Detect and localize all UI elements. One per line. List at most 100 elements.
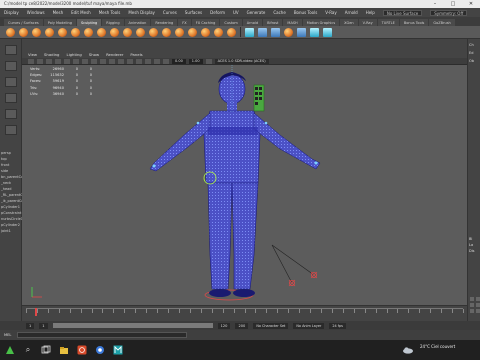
menu-deform[interactable]: Deform — [210, 10, 225, 15]
flatten-brush-icon[interactable] — [71, 27, 80, 37]
repeat-brush-icon[interactable] — [110, 27, 119, 37]
panel-menu-lighting[interactable]: Lighting — [66, 52, 81, 57]
pin-icon[interactable] — [323, 27, 332, 37]
menu-windows[interactable]: Windows — [27, 10, 45, 15]
menu-bonus-tools[interactable]: Bonus Tools — [294, 10, 317, 15]
knife-brush-icon[interactable] — [175, 27, 184, 37]
app-icon-red[interactable] — [76, 344, 88, 356]
search-icon[interactable]: ⌕ — [22, 344, 34, 356]
freeze-brush-icon[interactable] — [227, 27, 236, 37]
menu-arnold[interactable]: Arnold — [345, 10, 358, 15]
live-surface-field[interactable]: No Live Surface — [382, 9, 423, 16]
symmetry-field[interactable]: Symmetry: Off — [430, 9, 468, 16]
pinch-brush-icon[interactable] — [58, 27, 67, 37]
panel-menu-view[interactable]: View — [28, 52, 37, 57]
film-gate-icon[interactable] — [64, 58, 70, 64]
sculpt-tool-icon[interactable] — [284, 27, 293, 37]
menu-cache[interactable]: Cache — [273, 10, 285, 15]
ao-icon[interactable] — [154, 58, 160, 64]
panel-menu-panels[interactable]: Panels — [130, 52, 142, 57]
left-arm[interactable] — [149, 112, 211, 172]
mirror-icon[interactable] — [271, 27, 280, 37]
smear-brush-icon[interactable] — [188, 27, 197, 37]
layer-button[interactable] — [470, 303, 474, 307]
left-leg[interactable] — [207, 182, 233, 290]
menu-surfaces[interactable]: Surfaces — [185, 10, 202, 15]
image-plane-icon[interactable] — [46, 58, 52, 64]
menu-mesh-tools[interactable]: Mesh Tools — [99, 10, 121, 15]
spray-brush-icon[interactable] — [97, 27, 106, 37]
time-ruler[interactable] — [26, 308, 464, 316]
menu-mesh[interactable]: Mesh — [53, 10, 64, 15]
bookmark-icon[interactable] — [37, 58, 43, 64]
range-bar[interactable] — [52, 323, 213, 328]
right-arm[interactable] — [253, 112, 321, 170]
wire-on-shaded-icon[interactable] — [100, 58, 106, 64]
near-clip-field[interactable]: 0.00 — [172, 58, 186, 64]
camera-icon[interactable] — [28, 58, 34, 64]
anim-layer-dropdown[interactable]: No Anim Layer — [293, 322, 325, 329]
layer-icon[interactable] — [297, 27, 306, 37]
shadows-icon[interactable] — [127, 58, 133, 64]
layer-button[interactable] — [476, 309, 480, 313]
convert-icon[interactable] — [258, 27, 267, 37]
shelf-tab[interactable]: Curves / Surfaces — [4, 19, 43, 26]
scene-canvas[interactable] — [22, 65, 467, 305]
menu-curves[interactable]: Curves — [163, 10, 177, 15]
shelf-tab[interactable]: Arnold — [242, 19, 263, 26]
shelf-tab[interactable]: Bifrost — [263, 19, 283, 26]
viewport[interactable]: Verts: 26960 0 0 Edges: 115632 0 0 Faces… — [22, 65, 467, 305]
weather-widget[interactable]: 24°C Ciel couvert — [420, 344, 455, 349]
scrape-brush-icon[interactable] — [149, 27, 158, 37]
shelf-tab[interactable]: Bonus Tools — [399, 19, 429, 26]
menu-mesh-display[interactable]: Mesh Display — [128, 10, 155, 15]
grid-icon[interactable] — [55, 58, 61, 64]
panel-menu-renderer[interactable]: Renderer — [106, 52, 123, 57]
foamy-brush-icon[interactable] — [84, 27, 93, 37]
right-leg[interactable] — [231, 182, 259, 290]
layer-button[interactable] — [470, 297, 474, 301]
move-tool-icon[interactable] — [4, 93, 17, 103]
select-tool-icon[interactable] — [4, 45, 17, 55]
amplify-brush-icon[interactable] — [214, 27, 223, 37]
menu-uv[interactable]: UV — [233, 10, 239, 15]
range-end-field[interactable]: 120 — [217, 322, 231, 329]
menu-help[interactable]: Help — [366, 10, 375, 15]
outliner-item[interactable]: joint1 — [0, 228, 22, 234]
paint-select-icon[interactable] — [4, 77, 17, 87]
lights-icon[interactable] — [118, 58, 124, 64]
time-slider[interactable] — [22, 305, 467, 316]
menu-display[interactable]: Display — [4, 10, 19, 15]
channel-box-tab[interactable]: Ed — [469, 51, 473, 55]
sculpt-brush-icon[interactable] — [6, 27, 15, 37]
browser-icon[interactable] — [94, 344, 106, 356]
gamma-icon[interactable] — [205, 58, 212, 64]
shelf-tab[interactable]: Poly Modeling — [43, 19, 76, 26]
character-legs[interactable] — [207, 182, 259, 297]
shelf-tab-active[interactable]: Sculpting — [76, 19, 102, 26]
fill-brush-icon[interactable] — [162, 27, 171, 37]
minimize-button[interactable]: – — [426, 0, 444, 8]
command-mode-label[interactable]: MEL — [4, 333, 11, 337]
menu-vray[interactable]: V-Ray — [325, 10, 336, 15]
layer-button[interactable] — [470, 309, 474, 313]
mask-icon[interactable] — [245, 27, 254, 37]
aa-icon[interactable] — [163, 58, 169, 64]
layer-button[interactable] — [476, 297, 480, 301]
shelf-tab[interactable]: Animation — [124, 19, 151, 26]
layer-editor-label[interactable]: Dis — [469, 249, 475, 253]
wrist-handle[interactable] — [152, 164, 156, 168]
shelf-tab[interactable]: FX Caching — [191, 19, 220, 26]
layer-button[interactable] — [476, 303, 480, 307]
current-frame-cursor[interactable] — [34, 308, 37, 316]
lasso-tool-icon[interactable] — [4, 61, 17, 71]
range-start-field[interactable]: 1 — [39, 322, 48, 329]
shoulder-handle[interactable] — [264, 121, 268, 125]
symmetry-icon[interactable] — [310, 27, 319, 37]
shelf-tab[interactable]: TURTLE — [377, 19, 399, 26]
channel-box-tab[interactable]: Ch — [469, 43, 474, 47]
ik-handles[interactable] — [271, 244, 318, 287]
wireframe-icon[interactable] — [82, 58, 88, 64]
fps-dropdown[interactable]: 24 fps — [329, 322, 346, 329]
shelf-tab[interactable]: Custom — [220, 19, 242, 26]
